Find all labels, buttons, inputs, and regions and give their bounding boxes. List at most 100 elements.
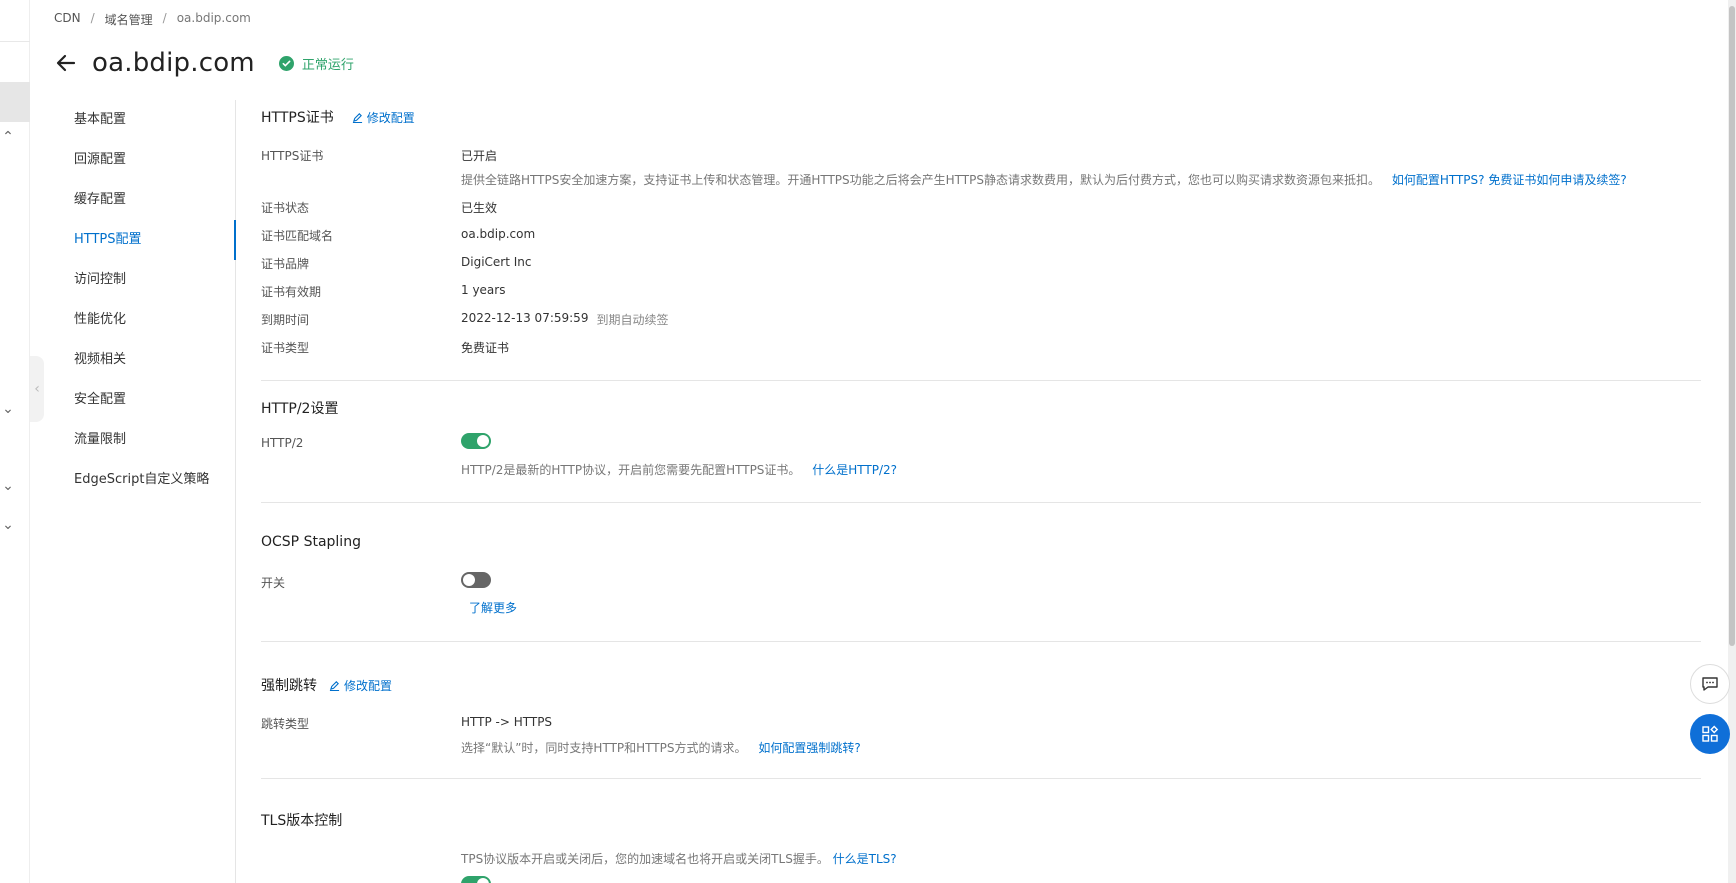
rail-divider — [0, 41, 30, 42]
how-to-configure-https-link[interactable]: 如何配置HTTPS? — [1392, 173, 1485, 187]
breadcrumb-current: oa.bdip.com — [176, 11, 251, 25]
sidenav-item-video[interactable]: 视频相关 — [44, 340, 235, 380]
how-to-configure-redirect-link[interactable]: 如何配置强制跳转? — [758, 741, 860, 755]
section-title: OCSP Stapling — [261, 534, 361, 550]
http2-toggle[interactable] — [461, 433, 491, 449]
edit-config-link[interactable]: 修改配置 — [329, 677, 392, 694]
sidenav-item-edgescript[interactable]: EdgeScript自定义策略 — [44, 460, 235, 500]
edit-config-link[interactable]: 修改配置 — [352, 109, 415, 126]
row-https-cert: HTTPS证书 已开启 — [261, 147, 497, 164]
row-http2: HTTP/2 — [261, 436, 461, 450]
ocsp-toggle[interactable] — [461, 572, 491, 588]
row-value: 免费证书 — [461, 341, 510, 355]
breadcrumb-domain-management[interactable]: 域名管理 — [105, 11, 153, 28]
free-cert-renew-link[interactable]: 免费证书如何申请及续签? — [1488, 173, 1626, 187]
row-cert-brand: 证书品牌 DigiCert Inc — [261, 255, 531, 272]
edit-config-label: 修改配置 — [344, 678, 393, 693]
http2-desc-text: HTTP/2是最新的HTTP协议，开启前您需要先配置HTTPS证书。 — [461, 463, 801, 477]
page-scrollbar[interactable] — [1728, 0, 1736, 883]
apps-button[interactable] — [1690, 714, 1730, 754]
row-label: 证书品牌 — [261, 257, 310, 271]
section-header: TLS版本控制 — [261, 810, 342, 830]
row-cert-domain: 证书匹配域名 oa.bdip.com — [261, 227, 535, 244]
redirect-desc-text: 选择“默认”时，同时支持HTTP和HTTPS方式的请求。 — [461, 741, 747, 755]
row-cert-type: 证书类型 免费证书 — [261, 339, 509, 356]
row-label: 跳转类型 — [261, 717, 310, 731]
section-header: HTTPS证书 修改配置 — [261, 107, 415, 127]
http2-description: HTTP/2是最新的HTTP协议，开启前您需要先配置HTTPS证书。 什么是HT… — [461, 461, 897, 478]
row-label: 开关 — [261, 576, 286, 590]
tls-toggle[interactable] — [461, 876, 491, 883]
toggle-knob — [463, 574, 475, 586]
row-expire-time: 到期时间 2022-12-13 07:59:59 到期自动续签 — [261, 311, 668, 328]
section-title: 强制跳转 — [261, 678, 317, 694]
tls-section: TLS版本控制 TPS协议版本开启或关闭后，您的加速域名也将开启或关闭TLS握手… — [261, 779, 1701, 883]
collapse-sidebar-button[interactable]: ‹ — [30, 356, 44, 422]
section-title: TLS版本控制 — [261, 813, 343, 829]
row-redirect-type: 跳转类型 HTTP -> HTTPS — [261, 715, 552, 732]
edit-icon — [329, 680, 340, 691]
row-label: 证书有效期 — [261, 285, 322, 299]
breadcrumb-separator: / — [90, 11, 95, 25]
what-is-tls-link[interactable]: 什么是TLS? — [833, 852, 897, 866]
section-title: HTTPS证书 — [261, 110, 334, 126]
row-value: 2022-12-13 07:59:59 — [461, 311, 589, 325]
ocsp-section: OCSP Stapling 开关 了解更多 — [261, 503, 1701, 642]
rail-active-block[interactable] — [0, 82, 30, 122]
edit-icon — [352, 112, 362, 123]
row-label: 证书匹配域名 — [261, 229, 334, 243]
http2-section: HTTP/2设置 HTTP/2 HTTP/2是最新的HTTP协议，开启前您需要先… — [261, 381, 1701, 503]
section-header: OCSP Stapling — [261, 534, 361, 550]
row-label: 到期时间 — [261, 313, 310, 327]
row-label: HTTP/2 — [261, 436, 304, 450]
row-value: oa.bdip.com — [461, 227, 536, 241]
what-is-http2-link[interactable]: 什么是HTTP/2? — [812, 463, 897, 477]
row-ocsp: 开关 — [261, 574, 461, 591]
config-sidenav: 基本配置 回源配置 缓存配置 HTTPS配置 访问控制 性能优化 视频相关 安全… — [44, 100, 236, 883]
sidenav-item-security[interactable]: 安全配置 — [44, 380, 235, 420]
page-title: oa.bdip.com — [92, 48, 255, 78]
scrollbar-thumb[interactable] — [1729, 6, 1735, 646]
feedback-button[interactable] — [1690, 664, 1730, 704]
sidenav-item-basic[interactable]: 基本配置 — [44, 100, 235, 140]
check-circle-icon — [278, 55, 294, 71]
chevron-down-icon[interactable]: ⌄ — [0, 478, 16, 494]
learn-more-link[interactable]: 了解更多 — [469, 599, 517, 616]
section-title: HTTP/2设置 — [261, 401, 339, 417]
back-arrow-icon[interactable] — [54, 51, 78, 75]
chevron-down-icon[interactable]: ⌄ — [0, 517, 16, 533]
row-value: HTTP -> HTTPS — [461, 715, 553, 729]
collapsed-rail: ⌃ ⌄ ⌄ ⌄ ‹ — [0, 0, 44, 883]
status-badge: 正常运行 — [278, 54, 354, 73]
sidenav-item-cache[interactable]: 缓存配置 — [44, 180, 235, 220]
row-value: 1 years — [461, 283, 506, 297]
sidenav-item-origin[interactable]: 回源配置 — [44, 140, 235, 180]
breadcrumb-cdn[interactable]: CDN — [54, 11, 81, 28]
row-label: HTTPS证书 — [261, 149, 324, 163]
breadcrumb-separator: / — [162, 11, 167, 25]
breadcrumb: CDN / 域名管理 / oa.bdip.com — [54, 11, 251, 28]
auto-renew-note: 到期自动续签 — [596, 313, 669, 327]
main-content: HTTPS证书 修改配置 HTTPS证书 已开启 提供全链路HTTPS安全加速方… — [261, 100, 1701, 883]
tls-description: TPS协议版本开启或关闭后，您的加速域名也将开启或关闭TLS握手。 什么是TLS… — [461, 850, 897, 867]
chevron-down-icon[interactable]: ⌄ — [0, 401, 16, 417]
sidenav-item-https[interactable]: HTTPS配置 — [44, 220, 236, 260]
toggle-knob — [477, 435, 489, 447]
tls-desc-text: TPS协议版本开启或关闭后，您的加速域名也将开启或关闭TLS握手。 — [461, 852, 829, 866]
https-desc-text: 提供全链路HTTPS安全加速方案，支持证书上传和状态管理。开通HTTPS功能之后… — [461, 173, 1380, 187]
redirect-description: 选择“默认”时，同时支持HTTP和HTTPS方式的请求。 如何配置强制跳转? — [461, 739, 861, 756]
chevron-up-icon[interactable]: ⌃ — [0, 129, 16, 145]
sidenav-item-rate-limit[interactable]: 流量限制 — [44, 420, 235, 460]
chevron-left-icon: ‹ — [34, 381, 40, 397]
row-label: 证书状态 — [261, 201, 310, 215]
row-value: 已开启 — [461, 149, 498, 163]
sidenav-item-access-control[interactable]: 访问控制 — [44, 260, 235, 300]
row-value: 已生效 — [461, 201, 498, 215]
section-header: HTTP/2设置 — [261, 398, 338, 418]
edit-config-label: 修改配置 — [366, 110, 415, 125]
chat-icon — [1702, 677, 1718, 691]
sidenav-item-performance[interactable]: 性能优化 — [44, 300, 235, 340]
row-value: DigiCert Inc — [461, 255, 532, 269]
section-header: 强制跳转 修改配置 — [261, 675, 392, 695]
toggle-knob — [477, 878, 489, 883]
